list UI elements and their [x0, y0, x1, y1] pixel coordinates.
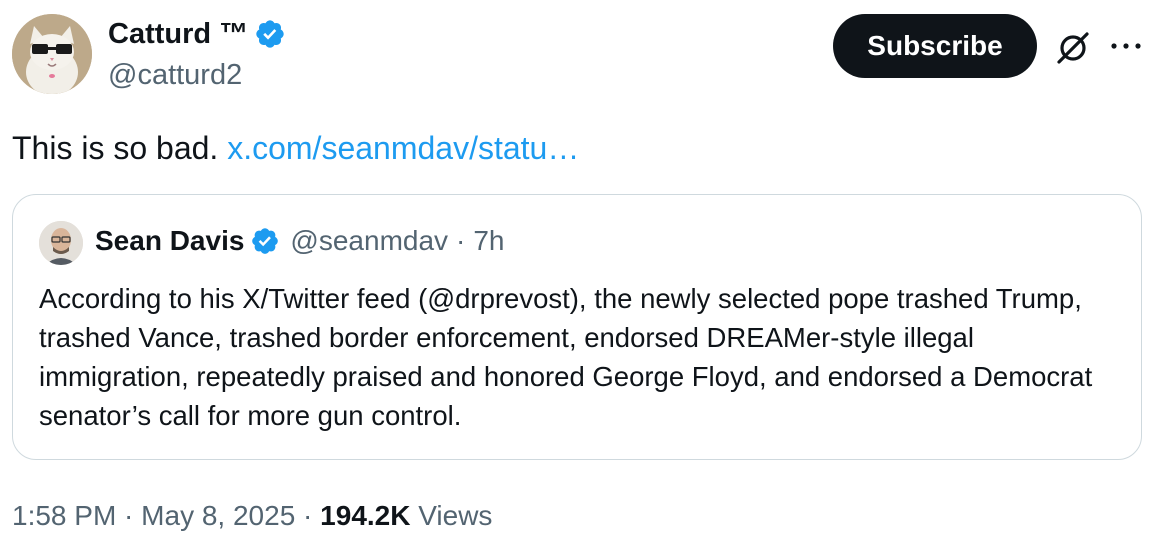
quoted-author-handle[interactable]: @seanmdav [290, 225, 448, 257]
quoted-author-avatar[interactable] [39, 221, 83, 265]
quoted-author-name[interactable]: Sean Davis [95, 225, 244, 257]
cat-avatar-image [12, 14, 92, 94]
author-avatar[interactable] [12, 14, 92, 94]
person-avatar-image [39, 221, 83, 265]
tweet-body-text: This is so bad. [12, 130, 228, 166]
separator-dot: · [295, 500, 321, 531]
tweet-date[interactable]: May 8, 2025 [141, 500, 295, 531]
tweet-link[interactable]: x.com/seanmdav/statu… [227, 130, 579, 166]
separator-dot: · [116, 500, 142, 531]
quoted-tweet-time[interactable]: 7h [473, 225, 504, 257]
verified-badge-icon [252, 228, 279, 254]
tweet-text: This is so bad. x.com/seanmdav/statu… [12, 128, 579, 168]
tweet-time[interactable]: 1:58 PM [12, 500, 116, 531]
views-label: Views [410, 500, 493, 531]
grok-icon[interactable] [1053, 28, 1093, 68]
author-handle[interactable]: @catturd2 [108, 57, 242, 93]
author-name-row: Catturd ™ [108, 16, 286, 52]
more-options-icon[interactable] [1106, 26, 1146, 66]
quoted-tweet-card[interactable]: Sean Davis @seanmdav · 7h According to h… [12, 194, 1142, 460]
separator-dot: · [456, 225, 466, 256]
tweet-meta: 1:58 PM · May 8, 2025 · 194.2K Views [12, 498, 492, 534]
quoted-tweet-body: According to his X/Twitter feed (@drprev… [39, 283, 1093, 431]
quoted-tweet-header: Sean Davis @seanmdav · 7h [95, 225, 505, 257]
subscribe-button[interactable]: Subscribe [833, 14, 1037, 78]
author-display-name[interactable]: Catturd ™ [108, 16, 248, 52]
views-count: 194.2K [320, 500, 411, 531]
verified-badge-icon[interactable] [254, 18, 286, 50]
